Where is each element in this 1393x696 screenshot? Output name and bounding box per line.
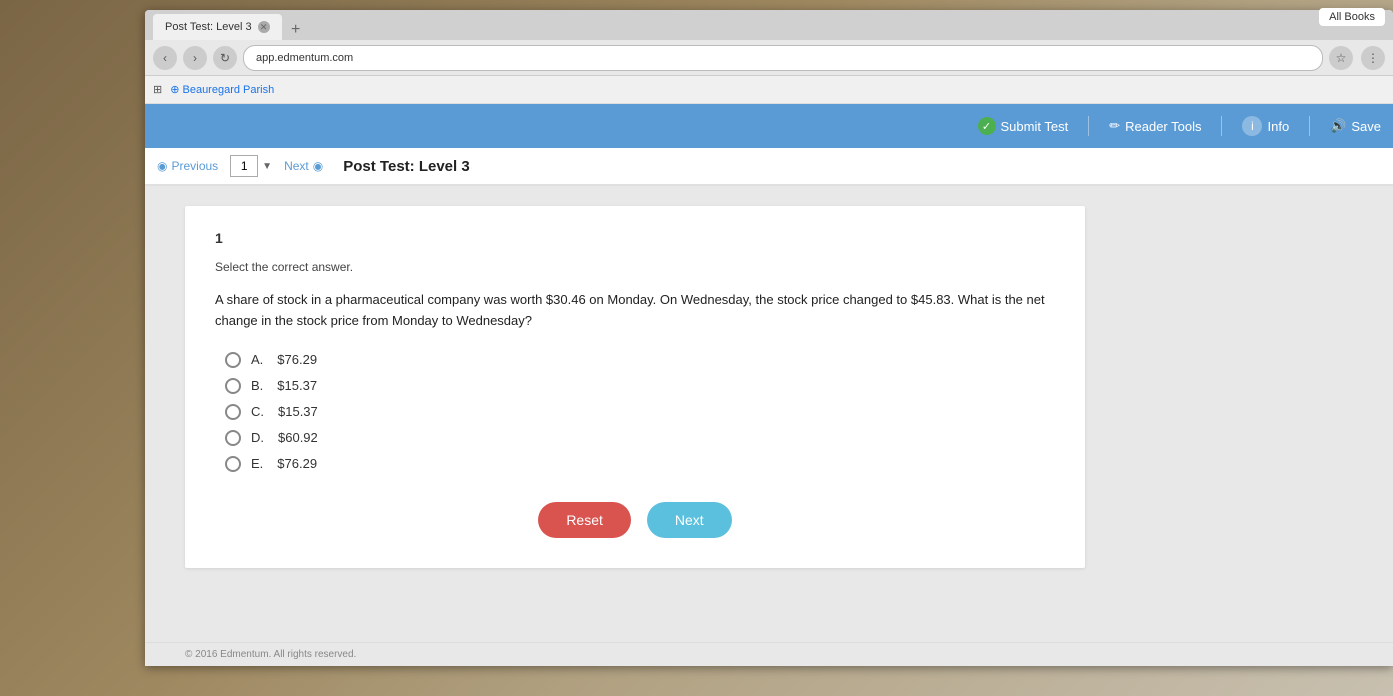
reset-button[interactable]: Reset [538, 502, 631, 538]
option-b[interactable]: B. $15.37 [225, 378, 1055, 394]
previous-label: Previous [171, 159, 218, 173]
submit-test-button[interactable]: ✓ Submit Test [978, 117, 1069, 135]
previous-button[interactable]: ◉ Previous [157, 159, 218, 173]
next-nav-button[interactable]: Next ◉ [284, 159, 323, 173]
pencil-icon: ✏ [1109, 118, 1120, 134]
option-d-letter: D. [251, 430, 264, 445]
tab-close-button[interactable]: ✕ [258, 21, 270, 33]
option-e-value: $76.29 [277, 456, 317, 471]
divider2 [1221, 116, 1222, 136]
question-instruction: Select the correct answer. [215, 260, 1055, 274]
check-icon: ✓ [978, 117, 996, 135]
test-title: Post Test: Level 3 [343, 158, 469, 175]
main-content: 1 Select the correct answer. A share of … [145, 186, 1393, 642]
volume-icon: 🔊 [1330, 118, 1346, 134]
all-books-label: All Books [1329, 11, 1375, 23]
new-tab-button[interactable]: + [286, 20, 306, 40]
browser-actions: ☆ ⋮ [1329, 46, 1385, 70]
question-number-input[interactable] [230, 155, 258, 177]
prev-arrow-icon: ◉ [157, 159, 167, 173]
question-card: 1 Select the correct answer. A share of … [185, 206, 1085, 568]
menu-button[interactable]: ⋮ [1361, 46, 1385, 70]
option-b-value: $15.37 [277, 378, 317, 393]
back-button[interactable]: ‹ [153, 46, 177, 70]
bookmarks-panel-label: ⊞ [153, 83, 162, 96]
browser-window: Post Test: Level 3 ✕ + ‹ › ↻ app.edmentu… [145, 10, 1393, 666]
answer-options: A. $76.29 B. $15.37 C. $15.37 D. $60.92 [225, 352, 1055, 472]
address-field[interactable]: app.edmentum.com [243, 45, 1323, 71]
reader-tools-label: Reader Tools [1125, 119, 1201, 134]
divider [1088, 116, 1089, 136]
footer: © 2016 Edmentum. All rights reserved. [145, 642, 1393, 666]
option-a-value: $76.29 [277, 352, 317, 367]
forward-button[interactable]: › [183, 46, 207, 70]
address-url: app.edmentum.com [256, 52, 353, 64]
bookmark-item[interactable]: ⊕ Beauregard Parish [170, 83, 274, 96]
action-buttons: Reset Next [215, 502, 1055, 538]
next-button[interactable]: Next [647, 502, 732, 538]
info-label: Info [1267, 119, 1289, 134]
option-b-letter: B. [251, 378, 263, 393]
question-num-box: ▼ [230, 155, 272, 177]
app-toolbar: ✓ Submit Test ✏ Reader Tools i Info 🔊 Sa… [145, 104, 1393, 148]
option-e-letter: E. [251, 456, 263, 471]
tab-label: Post Test: Level 3 [165, 21, 252, 33]
option-a-letter: A. [251, 352, 263, 367]
info-icon: i [1242, 116, 1262, 136]
question-text: A share of stock in a pharmaceutical com… [215, 290, 1055, 332]
tab-bar: Post Test: Level 3 ✕ + [145, 10, 1393, 40]
test-nav-bar: ◉ Previous ▼ Next ◉ Post Test: Level 3 [145, 148, 1393, 186]
reader-tools-button[interactable]: ✏ Reader Tools [1109, 118, 1201, 134]
radio-b[interactable] [225, 378, 241, 394]
info-button[interactable]: i Info [1242, 116, 1289, 136]
save-button[interactable]: 🔊 Save [1330, 118, 1381, 134]
option-e[interactable]: E. $76.29 [225, 456, 1055, 472]
divider3 [1309, 116, 1310, 136]
radio-e[interactable] [225, 456, 241, 472]
option-c-letter: C. [251, 404, 264, 419]
copyright-text: © 2016 Edmentum. All rights reserved. [185, 649, 356, 660]
next-label-nav: Next [284, 159, 309, 173]
option-c-value: $15.37 [278, 404, 318, 419]
active-tab[interactable]: Post Test: Level 3 ✕ [153, 14, 282, 40]
bookmarks-row: ⊞ ⊕ Beauregard Parish [145, 76, 1393, 104]
radio-c[interactable] [225, 404, 241, 420]
radio-a[interactable] [225, 352, 241, 368]
option-d-value: $60.92 [278, 430, 318, 445]
next-arrow-icon: ◉ [313, 159, 323, 173]
dropdown-arrow-icon: ▼ [262, 161, 272, 172]
question-number-label: 1 [215, 230, 1055, 246]
all-books-area[interactable]: All Books [1319, 8, 1385, 26]
bookmark-button[interactable]: ☆ [1329, 46, 1353, 70]
option-d[interactable]: D. $60.92 [225, 430, 1055, 446]
save-label: Save [1351, 119, 1381, 134]
radio-d[interactable] [225, 430, 241, 446]
option-a[interactable]: A. $76.29 [225, 352, 1055, 368]
refresh-button[interactable]: ↻ [213, 46, 237, 70]
submit-test-label: Submit Test [1001, 119, 1069, 134]
address-bar-row: ‹ › ↻ app.edmentum.com ☆ ⋮ [145, 40, 1393, 76]
option-c[interactable]: C. $15.37 [225, 404, 1055, 420]
